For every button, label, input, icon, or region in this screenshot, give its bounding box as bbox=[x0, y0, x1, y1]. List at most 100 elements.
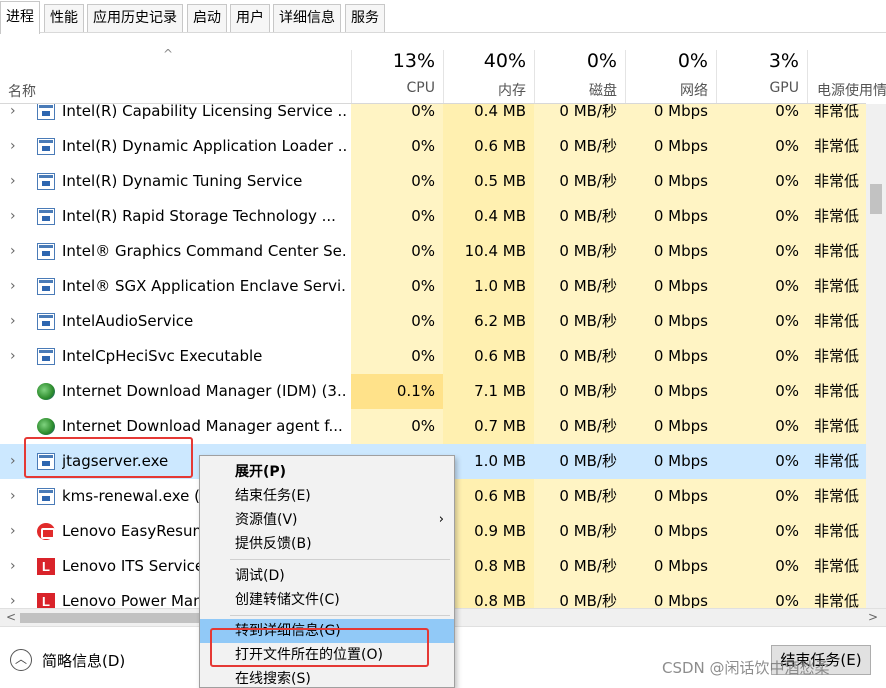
process-name: Intel(R) Capability Licensing Service ..… bbox=[62, 104, 346, 120]
menu-item-expand[interactable]: 展开(P) bbox=[200, 460, 454, 484]
column-header-network[interactable]: 0% 网络 bbox=[625, 40, 716, 104]
process-name: IntelAudioService bbox=[62, 312, 194, 330]
power-value: 非常低 bbox=[807, 234, 866, 269]
service-icon bbox=[37, 488, 55, 505]
highlight-box-process bbox=[24, 437, 193, 478]
expand-chevron-icon[interactable]: › bbox=[10, 549, 16, 584]
gpu-value: 0% bbox=[716, 304, 807, 339]
table-row[interactable]: › Intel(R) Dynamic Tuning Service 0% 0.5 MB… bbox=[0, 164, 866, 199]
column-header-cpu[interactable]: 13% CPU bbox=[351, 40, 443, 104]
power-value: 非常低 bbox=[807, 104, 866, 129]
disk-value: 0 MB/秒 bbox=[534, 269, 625, 304]
table-row[interactable]: › Intel(R) Rapid Storage Technology ... 0%… bbox=[0, 199, 866, 234]
gpu-total-percent: 3% bbox=[768, 50, 799, 72]
scroll-left-icon[interactable]: < bbox=[6, 609, 16, 626]
expand-chevron-icon[interactable]: › bbox=[10, 104, 16, 129]
table-row[interactable]: › Intel® SGX Application Enclave Servi...… bbox=[0, 269, 866, 304]
expand-chevron-icon[interactable]: › bbox=[10, 199, 16, 234]
menu-item-feedback[interactable]: 提供反馈(B) bbox=[200, 532, 454, 556]
disk-value: 0 MB/秒 bbox=[534, 199, 625, 234]
cpu-value: 0% bbox=[351, 339, 443, 374]
disk-value: 0 MB/秒 bbox=[534, 514, 625, 549]
table-row[interactable]: › IntelAudioService 0% 6.2 MB 0 MB/秒 0 Mbps 0%… bbox=[0, 304, 866, 339]
gpu-value: 0% bbox=[716, 479, 807, 514]
menu-item-debug[interactable]: 调试(D) bbox=[200, 564, 454, 588]
mem-value: 0.9 MB bbox=[443, 514, 534, 549]
mem-value: 0.8 MB bbox=[443, 549, 534, 584]
disk-value: 0 MB/秒 bbox=[534, 374, 625, 409]
tab-users[interactable]: 用户 bbox=[230, 4, 270, 32]
mem-value: 0.4 MB bbox=[443, 104, 534, 129]
table-row[interactable]: Internet Download Manager (IDM) (3... 0.1… bbox=[0, 374, 866, 409]
network-total-percent: 0% bbox=[677, 50, 708, 72]
menu-item-search-online[interactable]: 在线搜索(S) bbox=[200, 667, 454, 688]
power-value: 非常低 bbox=[807, 549, 866, 584]
table-row[interactable]: › Intel(R) Dynamic Application Loader ...… bbox=[0, 129, 866, 164]
scroll-right-icon[interactable]: > bbox=[868, 609, 878, 626]
expand-chevron-icon[interactable]: › bbox=[10, 164, 16, 199]
gpu-value: 0% bbox=[716, 549, 807, 584]
network-label: 网络 bbox=[680, 83, 708, 99]
power-value: 非常低 bbox=[807, 164, 866, 199]
net-value: 0 Mbps bbox=[625, 304, 716, 339]
idm-globe-icon bbox=[37, 383, 55, 400]
tab-details[interactable]: 详细信息 bbox=[273, 4, 341, 32]
net-value: 0 Mbps bbox=[625, 514, 716, 549]
tab-app-history[interactable]: 应用历史记录 bbox=[87, 4, 183, 32]
collapse-chevron-icon[interactable]: ︿ bbox=[10, 649, 32, 671]
power-value: 非常低 bbox=[807, 199, 866, 234]
disk-label: 磁盘 bbox=[589, 83, 617, 99]
column-header-memory[interactable]: 40% 内存 bbox=[443, 40, 534, 104]
brief-info-link[interactable]: 简略信息(D) bbox=[42, 650, 125, 671]
header-divider bbox=[807, 50, 808, 104]
net-value: 0 Mbps bbox=[625, 129, 716, 164]
menu-item-create-dump[interactable]: 创建转储文件(C) bbox=[200, 588, 454, 612]
expand-chevron-icon[interactable]: › bbox=[10, 444, 16, 479]
tab-processes[interactable]: 进程 bbox=[0, 1, 40, 34]
process-name: Intel® SGX Application Enclave Servi... bbox=[62, 277, 346, 295]
column-header-power[interactable]: 电源使用情 bbox=[807, 40, 886, 104]
horizontal-scrollbar-thumb[interactable] bbox=[20, 613, 210, 623]
tab-performance[interactable]: 性能 bbox=[44, 4, 84, 32]
expand-chevron-icon[interactable]: › bbox=[10, 269, 16, 304]
vertical-scrollbar-thumb[interactable] bbox=[870, 184, 882, 214]
mem-value: 0.4 MB bbox=[443, 199, 534, 234]
table-row[interactable]: › Intel(R) Capability Licensing Service .… bbox=[0, 104, 866, 129]
vertical-scrollbar[interactable] bbox=[866, 104, 886, 608]
disk-value: 0 MB/秒 bbox=[534, 164, 625, 199]
disk-value: 0 MB/秒 bbox=[534, 104, 625, 129]
cpu-value: 0% bbox=[351, 164, 443, 199]
cpu-value: 0.1% bbox=[351, 374, 443, 409]
column-header-disk[interactable]: 0% 磁盘 bbox=[534, 40, 625, 104]
power-value: 非常低 bbox=[807, 304, 866, 339]
net-value: 0 Mbps bbox=[625, 199, 716, 234]
expand-chevron-icon[interactable]: › bbox=[10, 234, 16, 269]
expand-chevron-icon[interactable]: › bbox=[10, 339, 16, 374]
cpu-value: 0% bbox=[351, 304, 443, 339]
expand-chevron-icon[interactable]: › bbox=[10, 129, 16, 164]
service-icon bbox=[37, 348, 55, 365]
power-value: 非常低 bbox=[807, 129, 866, 164]
disk-value: 0 MB/秒 bbox=[534, 584, 625, 608]
column-header-name[interactable]: 名称 bbox=[8, 81, 36, 101]
sort-up-icon: ^ bbox=[163, 47, 174, 61]
expand-chevron-icon[interactable]: › bbox=[10, 304, 16, 339]
gpu-value: 0% bbox=[716, 584, 807, 608]
menu-item-resource-values-label: 资源值(V) bbox=[235, 512, 298, 528]
expand-chevron-icon[interactable]: › bbox=[10, 514, 16, 549]
menu-item-end-task[interactable]: 结束任务(E) bbox=[200, 484, 454, 508]
table-row[interactable]: › Intel® Graphics Command Center Se... 0% 1… bbox=[0, 234, 866, 269]
cpu-value: 0% bbox=[351, 199, 443, 234]
menu-separator bbox=[230, 615, 450, 616]
gpu-value: 0% bbox=[716, 129, 807, 164]
expand-chevron-icon[interactable]: › bbox=[10, 584, 16, 608]
column-header-gpu[interactable]: 3% GPU bbox=[716, 40, 807, 104]
mem-value: 1.0 MB bbox=[443, 269, 534, 304]
tab-services[interactable]: 服务 bbox=[345, 4, 385, 32]
menu-item-resource-values[interactable]: 资源值(V) › bbox=[200, 508, 454, 532]
expand-chevron-icon[interactable]: › bbox=[10, 479, 16, 514]
disk-value: 0 MB/秒 bbox=[534, 304, 625, 339]
disk-value: 0 MB/秒 bbox=[534, 479, 625, 514]
table-row[interactable]: › IntelCpHeciSvc Executable 0% 0.6 MB 0 MB/秒… bbox=[0, 339, 866, 374]
tab-startup[interactable]: 启动 bbox=[187, 4, 227, 32]
